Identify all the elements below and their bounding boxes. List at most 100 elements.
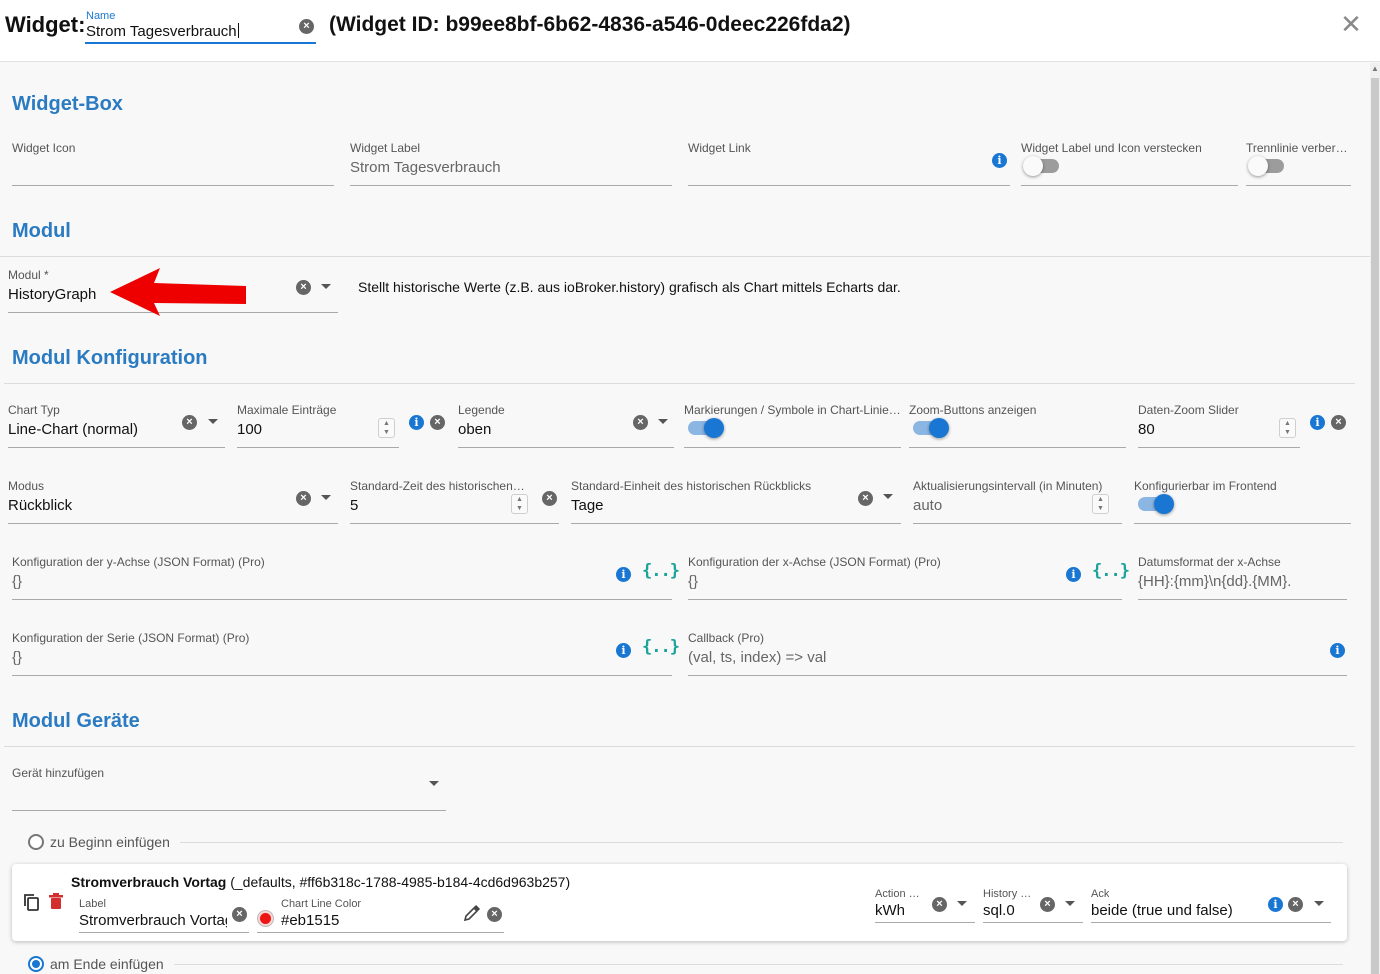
clear-modul-icon[interactable]: × [296,280,311,295]
y-axis-json-editor-icon[interactable]: {..} [642,561,680,581]
widget-name-field[interactable]: Name Strom Tagesverbrauch [85,8,316,44]
mode-dropdown-icon[interactable] [321,495,331,500]
delete-icon[interactable] [49,893,63,910]
chart-line-color-input[interactable]: #eb1515 [281,912,339,929]
max-entries-info-icon[interactable]: i [409,415,424,430]
std-unit-select[interactable]: Standard-Einheit des historischen Rückbl… [571,478,901,524]
ack-info-icon[interactable]: i [1268,897,1283,912]
annotation-arrow-icon [110,268,246,316]
history-dropdown-icon[interactable] [1065,901,1075,906]
close-icon[interactable]: ✕ [1339,11,1363,37]
ack-value[interactable]: beide (true und false) [1091,902,1233,919]
callback-input[interactable]: (val, ts, index) => val [688,649,826,666]
x-axis-info-icon[interactable]: i [1066,567,1081,582]
device-label-label: Label [79,898,106,910]
color-picker-icon[interactable] [463,904,481,922]
device-label-input[interactable]: Stromverbrauch Vortag [79,912,227,929]
series-json-editor-icon[interactable]: {..} [642,637,680,657]
clear-zoom-slider-icon[interactable]: × [1331,415,1346,430]
zoom-slider-info-icon[interactable]: i [1310,415,1325,430]
ack-dropdown-icon[interactable] [1314,901,1324,906]
x-axis-config-field[interactable]: Konfiguration der x-Achse (JSON Format) … [688,554,1122,600]
device-label-field[interactable]: Label Stromverbrauch Vortag [79,897,249,933]
action-value[interactable]: kWh [875,902,905,919]
section-divider [0,256,1370,257]
date-format-label: Datumsformat der x-Achse [1138,555,1281,569]
insert-end-label: am Ende einfügen [50,956,164,972]
callback-label: Callback (Pro) [688,631,765,645]
widget-icon-field[interactable]: Widget Icon [12,140,334,186]
scroll-up-icon[interactable]: ▲ [1371,64,1379,74]
series-config-field[interactable]: Konfiguration der Serie (JSON Format) (P… [12,630,672,676]
y-axis-info-icon[interactable]: i [616,567,631,582]
clear-line-color-icon[interactable]: × [487,907,502,922]
interval-field[interactable]: Aktualisierungsintervall (in Minuten) au… [913,478,1122,524]
device-title: Stromverbrauch Vortag (_defaults, #ff6b3… [71,874,570,890]
clear-ack-icon[interactable]: × [1288,897,1303,912]
clear-legend-icon[interactable]: × [633,415,648,430]
x-axis-json-editor-icon[interactable]: {..} [1092,561,1130,581]
insert-start-radio[interactable] [28,834,44,850]
x-axis-config-input[interactable]: {} [688,573,698,590]
history-value[interactable]: sql.0 [983,902,1015,919]
widget-link-info-icon[interactable]: i [992,153,1007,168]
date-format-input[interactable]: {HH}:{mm}\n{dd}.{MM}. [1138,573,1347,590]
clear-std-time-icon[interactable]: × [542,491,557,506]
y-axis-config-input[interactable]: {} [12,573,22,590]
modul-value[interactable]: HistoryGraph [8,286,96,303]
clear-std-unit-icon[interactable]: × [858,491,873,506]
clear-action-icon[interactable]: × [932,897,947,912]
insert-end-radio[interactable] [28,956,44,972]
std-time-input[interactable]: 5 [350,497,358,514]
add-device-select[interactable]: Gerät hinzufügen [12,765,446,811]
std-time-field[interactable]: Standard-Zeit des historischen … 5 [350,478,532,524]
series-config-input[interactable]: {} [12,649,22,666]
add-device-dropdown-icon[interactable] [429,781,439,786]
hide-divider-toggle[interactable] [1248,156,1284,176]
chart-type-value[interactable]: Line-Chart (normal) [8,421,138,438]
zoom-slider-stepper[interactable]: ▲ ▼ [1279,418,1296,438]
scrollbar-thumb[interactable] [1371,78,1379,974]
mode-select[interactable]: Modus Rückblick [8,478,338,524]
frontend-config-toggle[interactable] [1138,494,1174,514]
series-info-icon[interactable]: i [616,643,631,658]
modul-dropdown-icon[interactable] [321,284,331,289]
widget-label-field[interactable]: Widget Label Strom Tagesverbrauch [350,140,672,186]
legend-value[interactable]: oben [458,421,491,438]
clear-name-icon[interactable]: × [299,19,314,34]
widget-name-input[interactable]: Strom Tagesverbrauch [86,23,239,40]
interval-input[interactable]: auto [913,497,942,514]
callback-info-icon[interactable]: i [1330,643,1345,658]
action-dropdown-icon[interactable] [957,901,967,906]
zoom-slider-input[interactable]: 80 [1138,421,1155,438]
section-title-modul: Modul [12,220,71,242]
std-unit-value[interactable]: Tage [571,497,604,514]
markers-toggle[interactable] [688,418,724,438]
max-entries-field[interactable]: Maximale Einträge 100 [237,402,399,448]
max-entries-stepper[interactable]: ▲ ▼ [378,418,395,438]
clear-max-entries-icon[interactable]: × [430,415,445,430]
copy-icon[interactable] [23,893,40,911]
legend-dropdown-icon[interactable] [658,419,668,424]
interval-stepper[interactable]: ▲ ▼ [1092,494,1109,514]
clear-chart-type-icon[interactable]: × [182,415,197,430]
mode-value[interactable]: Rückblick [8,497,72,514]
chart-type-dropdown-icon[interactable] [208,419,218,424]
widget-label-input[interactable]: Strom Tagesverbrauch [350,159,501,176]
hide-label-icon-toggle[interactable] [1023,156,1059,176]
widget-heading-label: Widget: [5,12,86,37]
widget-link-field[interactable]: Widget Link [688,140,1010,186]
max-entries-input[interactable]: 100 [237,421,262,438]
zoom-buttons-toggle[interactable] [913,418,949,438]
std-time-stepper[interactable]: ▲ ▼ [511,494,528,514]
zoom-slider-field[interactable]: Daten-Zoom Slider 80 [1138,402,1300,448]
clear-mode-icon[interactable]: × [296,491,311,506]
clear-history-icon[interactable]: × [1040,897,1055,912]
y-axis-config-field[interactable]: Konfiguration der y-Achse (JSON Format) … [12,554,672,600]
clear-device-label-icon[interactable]: × [232,907,247,922]
max-entries-label: Maximale Einträge [237,403,337,417]
callback-field[interactable]: Callback (Pro) (val, ts, index) => val [688,630,1347,676]
std-unit-dropdown-icon[interactable] [883,494,893,499]
device-meta: (_defaults, #ff6b318c-1788-4985-b184-4cd… [226,874,571,890]
date-format-field[interactable]: Datumsformat der x-Achse {HH}:{mm}\n{dd}… [1138,554,1347,600]
